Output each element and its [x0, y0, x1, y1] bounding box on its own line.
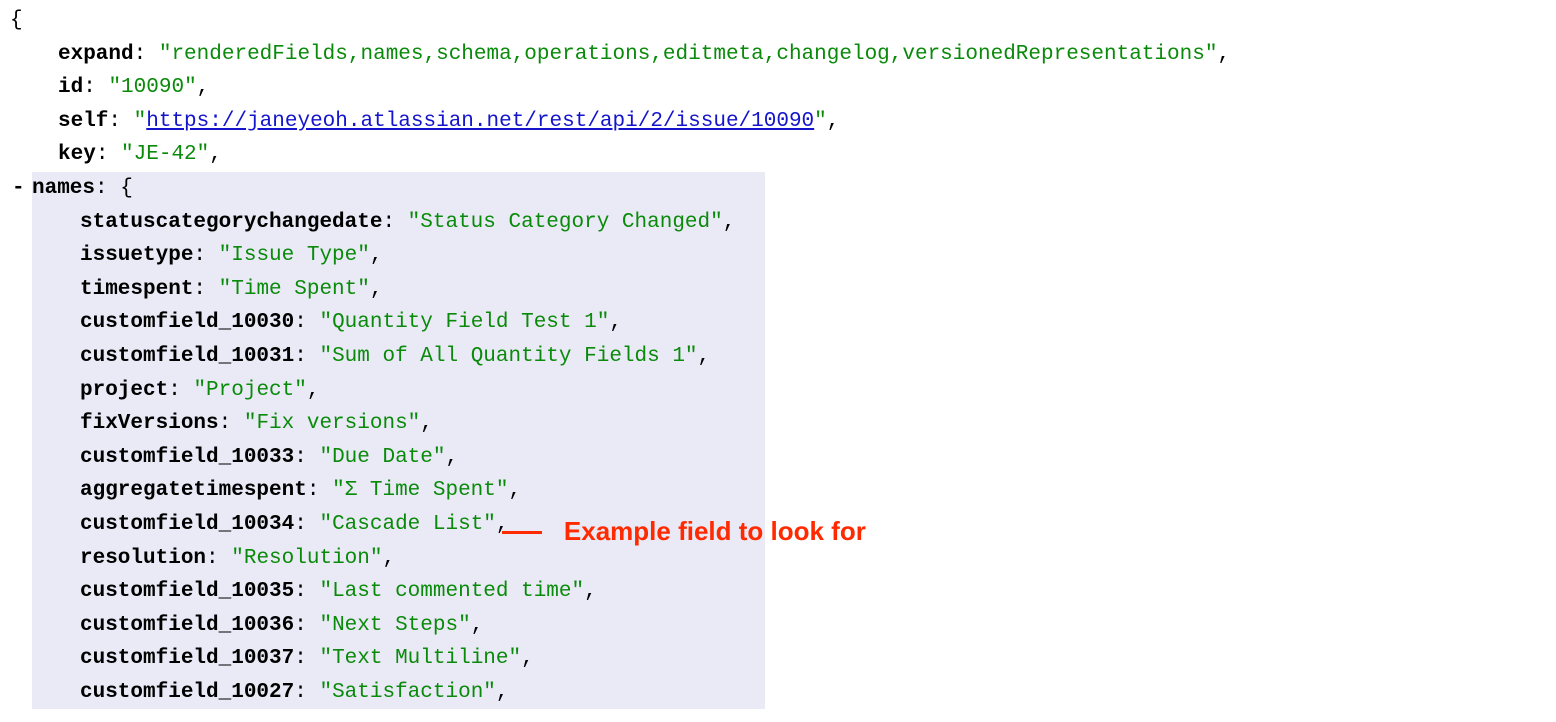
- json-key: customfield_10034: [80, 513, 294, 536]
- names-object: names: { statuscategorychangedate: "Stat…: [32, 172, 765, 710]
- json-string: "Issue Type": [219, 244, 370, 267]
- names-row: timespent: "Time Spent",: [32, 273, 735, 307]
- json-key: fixVersions: [80, 412, 219, 435]
- json-string: "Sum of All Quantity Fields 1": [319, 345, 697, 368]
- json-key: timespent: [80, 278, 193, 301]
- json-key: names: [32, 177, 95, 200]
- names-row: customfield_10030: "Quantity Field Test …: [32, 306, 735, 340]
- row-expand: expand: "renderedFields,names,schema,ope…: [0, 38, 1556, 72]
- json-key: statuscategorychangedate: [80, 211, 382, 234]
- json-string: "Cascade List": [319, 513, 495, 536]
- json-string: "Resolution": [231, 547, 382, 570]
- brace-open: {: [0, 4, 1556, 38]
- names-row: customfield_10034: "Cascade List",: [32, 508, 735, 542]
- json-string: "Satisfaction": [319, 681, 495, 704]
- json-viewer: { expand: "renderedFields,names,schema,o…: [0, 0, 1556, 709]
- json-string: "Quantity Field Test 1": [319, 311, 609, 334]
- names-row: customfield_10031: "Sum of All Quantity …: [32, 340, 735, 374]
- row-key: key: "JE-42",: [0, 138, 1556, 172]
- names-row: aggregatetimespent: "Σ Time Spent",: [32, 474, 735, 508]
- json-key: customfield_10030: [80, 311, 294, 334]
- json-string: "Text Multiline": [319, 647, 521, 670]
- collapse-toggle-icon[interactable]: -: [12, 172, 25, 206]
- json-key: resolution: [80, 547, 206, 570]
- json-key: customfield_10036: [80, 614, 294, 637]
- names-row: resolution: "Resolution",: [32, 542, 735, 576]
- names-header: names: {: [32, 177, 133, 200]
- json-string: "Project": [193, 379, 306, 402]
- json-key: self: [58, 110, 108, 133]
- json-string: "JE-42": [121, 143, 209, 166]
- names-row: customfield_10036: "Next Steps",: [32, 609, 735, 643]
- json-string: "10090": [108, 76, 196, 99]
- names-row: customfield_10035: "Last commented time"…: [32, 575, 735, 609]
- json-string: "Fix versions": [244, 412, 420, 435]
- json-key: customfield_10031: [80, 345, 294, 368]
- row-names: - names: { statuscategorychangedate: "St…: [0, 172, 1556, 710]
- json-string: "Next Steps": [319, 614, 470, 637]
- json-key: key: [58, 143, 96, 166]
- self-link[interactable]: https://janeyeoh.atlassian.net/rest/api/…: [146, 110, 814, 133]
- names-row: statuscategorychangedate: "Status Catego…: [32, 206, 735, 240]
- json-key: customfield_10033: [80, 446, 294, 469]
- json-string: "Time Spent": [219, 278, 370, 301]
- names-row: customfield_10027: "Satisfaction",: [32, 676, 735, 710]
- json-key: project: [80, 379, 168, 402]
- json-string: "Status Category Changed": [408, 211, 723, 234]
- json-string: "renderedFields,names,schema,operations,…: [159, 43, 1218, 66]
- names-row: customfield_10033: "Due Date",: [32, 441, 735, 475]
- names-row: project: "Project",: [32, 374, 735, 408]
- json-key: customfield_10037: [80, 647, 294, 670]
- json-key: expand: [58, 43, 134, 66]
- json-string: "https://janeyeoh.atlassian.net/rest/api…: [134, 110, 827, 133]
- row-id: id: "10090",: [0, 71, 1556, 105]
- names-row: customfield_10037: "Text Multiline",: [32, 642, 735, 676]
- json-string: "Last commented time": [319, 580, 584, 603]
- json-string: "Σ Time Spent": [332, 479, 508, 502]
- json-key: customfield_10027: [80, 681, 294, 704]
- json-key: id: [58, 76, 83, 99]
- json-key: customfield_10035: [80, 580, 294, 603]
- names-row: fixVersions: "Fix versions",: [32, 407, 735, 441]
- row-self: self: "https://janeyeoh.atlassian.net/re…: [0, 105, 1556, 139]
- json-key: issuetype: [80, 244, 193, 267]
- names-row: issuetype: "Issue Type",: [32, 239, 735, 273]
- json-key: aggregatetimespent: [80, 479, 307, 502]
- json-string: "Due Date": [319, 446, 445, 469]
